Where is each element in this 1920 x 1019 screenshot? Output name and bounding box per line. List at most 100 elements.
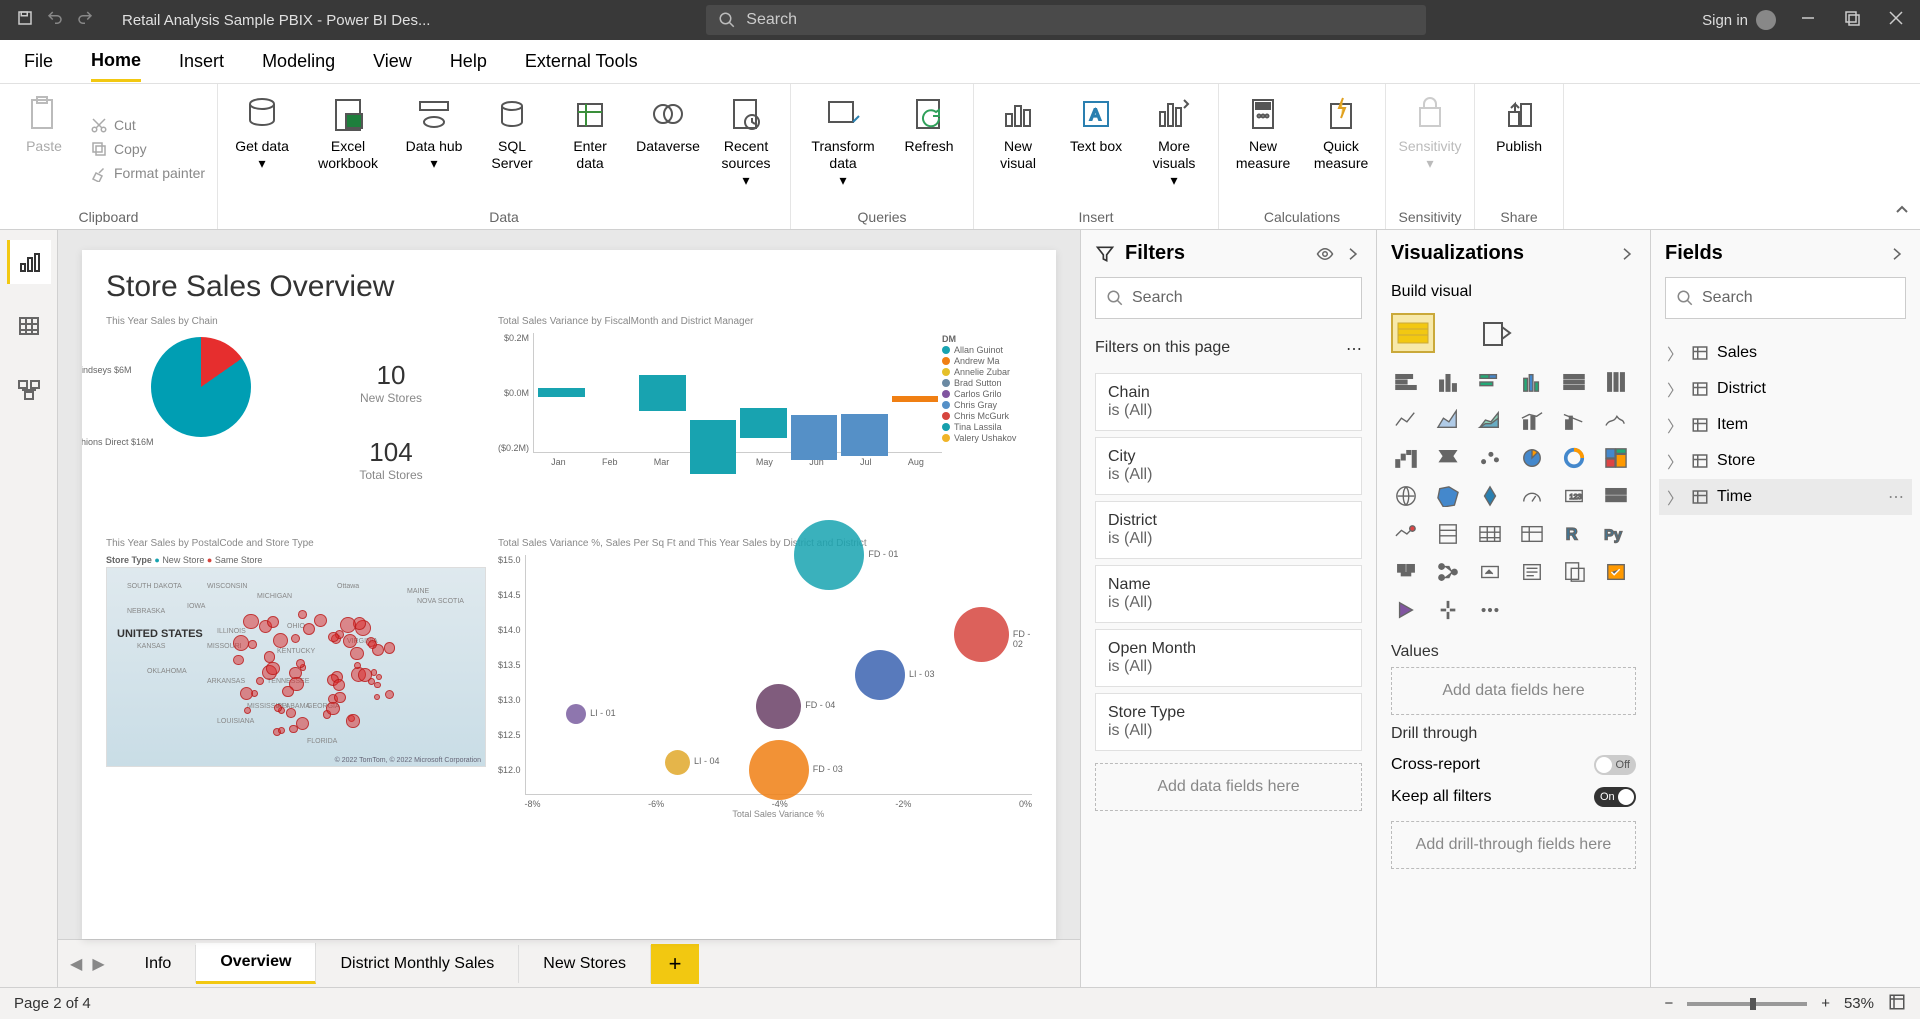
viz-icon-filled-map[interactable] [1433,483,1463,509]
viz-icon-power-apps[interactable] [1391,597,1421,623]
refresh-button[interactable]: Refresh [897,90,961,207]
viz-icon-stacked-area[interactable] [1475,407,1505,433]
format-painter-button[interactable]: Format painter [90,164,205,182]
model-view-icon[interactable] [7,368,51,412]
viz-icon-azure-map[interactable] [1475,483,1505,509]
fit-to-page-icon[interactable] [1888,993,1906,1015]
viz-icon-power-automate[interactable] [1433,597,1463,623]
zoom-out-icon[interactable]: − [1664,995,1673,1012]
eye-icon[interactable] [1316,245,1334,263]
viz-icon-clustered-column[interactable] [1517,369,1547,395]
viz-icon-stacked-bar-100[interactable] [1559,369,1589,395]
publish-button[interactable]: Publish [1487,90,1551,207]
viz-icon-matrix[interactable] [1517,521,1547,547]
minimize-icon[interactable] [1800,10,1816,31]
field-table-row[interactable]: 〉Time⋯ [1659,479,1912,515]
keep-filters-toggle[interactable]: On [1594,787,1636,807]
filter-card[interactable]: Districtis (All) [1095,501,1362,559]
viz-icon-qa[interactable] [1475,559,1505,585]
sql-server-button[interactable]: SQL Server [480,90,544,207]
ribbon-collapse-icon[interactable] [1894,202,1910,223]
filters-add-fields[interactable]: Add data fields here [1095,763,1362,811]
viz-icon-funnel[interactable] [1433,445,1463,471]
field-table-row[interactable]: 〉Item [1659,407,1912,443]
menu-insert[interactable]: Insert [179,43,224,80]
excel-workbook-button[interactable]: Excel workbook [308,90,388,207]
filters-more-icon[interactable]: ⋯ [1346,339,1362,359]
global-search[interactable]: Search [706,5,1426,35]
enter-data-button[interactable]: Enter data [558,90,622,207]
field-table-row[interactable]: 〉District [1659,371,1912,407]
viz-icon-r-visual[interactable]: R [1559,521,1589,547]
collapse-panel-icon[interactable] [1618,245,1636,263]
filters-search[interactable]: Search [1095,277,1362,319]
viz-variance-bars[interactable]: Total Sales Variance by FiscalMonth and … [498,316,1032,526]
viz-icon-py-visual[interactable]: Py [1601,521,1631,547]
viz-icon-table[interactable] [1475,521,1505,547]
menu-external-tools[interactable]: External Tools [525,43,638,80]
viz-icon-clustered-bar[interactable] [1475,369,1505,395]
maximize-icon[interactable] [1844,10,1860,31]
viz-icon-card[interactable]: 123 [1559,483,1589,509]
sensitivity-button[interactable]: Sensitivity▾ [1398,90,1462,207]
viz-icon-narrative[interactable] [1517,559,1547,585]
viz-icon-treemap[interactable] [1601,445,1631,471]
data-hub-button[interactable]: Data hub▾ [402,90,466,207]
get-data-button[interactable]: Get data▾ [230,90,294,207]
viz-icon-line-clustered-column[interactable] [1559,407,1589,433]
paste-button[interactable]: Paste [12,90,76,207]
values-dropzone[interactable]: Add data fields here [1391,667,1636,715]
viz-icon-scatter[interactable] [1475,445,1505,471]
tab-new-stores[interactable]: New Stores [519,945,651,983]
tab-district-monthly-sales[interactable]: District Monthly Sales [316,945,519,983]
menu-home[interactable]: Home [91,42,141,82]
text-box-button[interactable]: AText box [1064,90,1128,207]
menu-file[interactable]: File [24,43,53,80]
cross-report-toggle[interactable]: Off [1594,755,1636,775]
field-table-row[interactable]: 〉Sales [1659,335,1912,371]
viz-icon-stacked-column-100[interactable] [1601,369,1631,395]
viz-icon-donut[interactable] [1559,445,1589,471]
viz-icon-paginated[interactable] [1559,559,1589,585]
viz-icon-map[interactable] [1391,483,1421,509]
tab-info[interactable]: Info [121,945,197,983]
new-visual-button[interactable]: New visual [986,90,1050,207]
fields-search[interactable]: Search [1665,277,1906,319]
viz-icon-pie[interactable] [1517,445,1547,471]
more-visuals-button[interactable]: More visuals▾ [1142,90,1206,207]
viz-icon-area[interactable] [1433,407,1463,433]
viz-icon-line[interactable] [1391,407,1421,433]
menu-help[interactable]: Help [450,43,487,80]
viz-icon-multi-row-card[interactable] [1601,483,1631,509]
viz-pie-kpi[interactable]: This Year Sales by Chain Lindseys $6M Fa… [106,316,486,526]
zoom-slider[interactable] [1687,1002,1807,1006]
viz-icon-stacked-column[interactable] [1433,369,1463,395]
tab-overview[interactable]: Overview [196,943,316,984]
undo-icon[interactable] [46,9,64,32]
filter-card[interactable]: Open Monthis (All) [1095,629,1362,687]
viz-scatter[interactable]: Total Sales Variance %, Sales Per Sq Ft … [498,538,1032,798]
transform-data-button[interactable]: Transform data▾ [803,90,883,207]
zoom-in-icon[interactable]: + [1821,995,1830,1012]
menu-view[interactable]: View [373,43,412,80]
viz-icon-decomposition-tree[interactable] [1433,559,1463,585]
filter-card[interactable]: Chainis (All) [1095,373,1362,431]
recent-sources-button[interactable]: Recent sources▾ [714,90,778,207]
viz-icon-waterfall[interactable] [1391,445,1421,471]
drill-through-dropzone[interactable]: Add drill-through fields here [1391,821,1636,869]
collapse-panel-icon[interactable] [1888,245,1906,263]
viz-icon-key-influencers[interactable] [1391,559,1421,585]
report-view-icon[interactable] [7,240,51,284]
page-prev-icon[interactable]: ◀ [70,954,82,974]
data-view-icon[interactable] [7,304,51,348]
cut-button[interactable]: Cut [90,116,205,134]
viz-icon-more[interactable] [1475,597,1505,623]
copy-button[interactable]: Copy [90,140,205,158]
viz-icon-kpi[interactable] [1391,521,1421,547]
menu-modeling[interactable]: Modeling [262,43,335,80]
signin-button[interactable]: Sign in [1702,10,1776,30]
add-page-button[interactable]: + [651,944,699,984]
filter-card[interactable]: Cityis (All) [1095,437,1362,495]
viz-map[interactable]: This Year Sales by PostalCode and Store … [106,538,486,798]
quick-measure-button[interactable]: Quick measure [1309,90,1373,207]
